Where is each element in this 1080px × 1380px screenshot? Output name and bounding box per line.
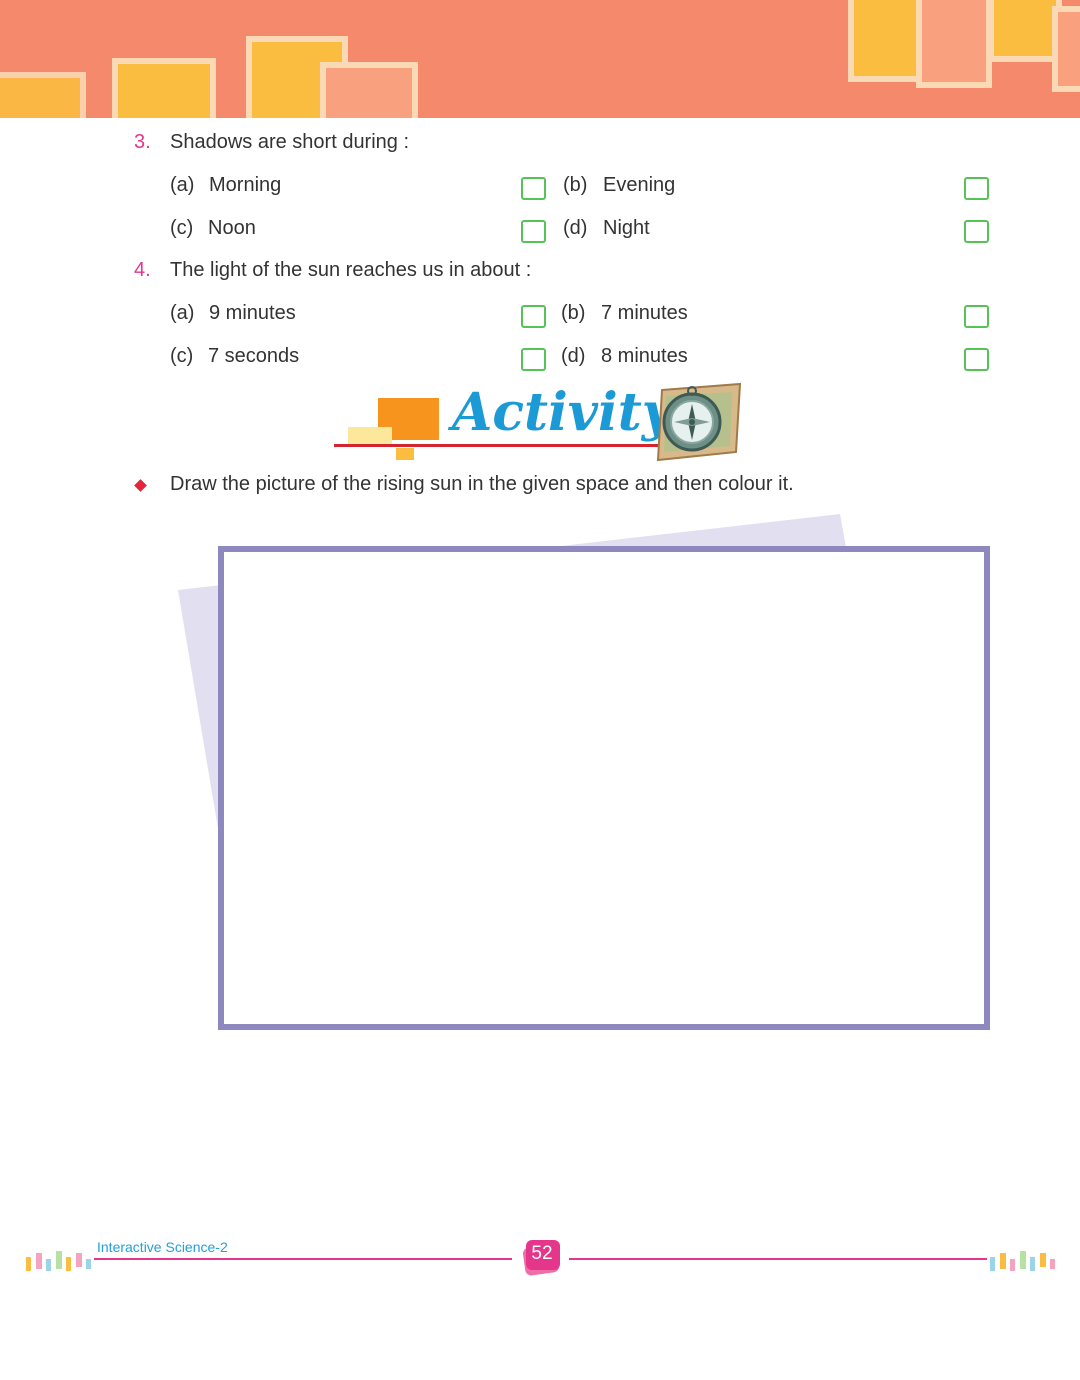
- option-checkbox[interactable]: [521, 220, 546, 243]
- footer-decoration-right: [990, 1251, 1055, 1271]
- option-letter: (b): [563, 174, 588, 196]
- option-letter: (d): [561, 345, 586, 367]
- activity-block: [396, 448, 414, 460]
- option-letter: (c): [170, 345, 194, 367]
- option-letter: (a): [170, 174, 195, 196]
- footer-line-left: [94, 1258, 512, 1260]
- header-square: [1052, 6, 1080, 92]
- activity-block: [348, 427, 392, 445]
- activity-title: Activity: [452, 382, 672, 443]
- book-title: Interactive Science-2: [97, 1239, 228, 1255]
- option-checkbox[interactable]: [521, 177, 546, 200]
- option-checkbox[interactable]: [521, 305, 546, 328]
- option-text: 7 minutes: [601, 302, 688, 324]
- option-text: Night: [603, 217, 650, 239]
- option-letter: (a): [170, 302, 195, 324]
- option-text: Morning: [209, 174, 282, 196]
- question-text: Shadows are short during :: [170, 131, 410, 153]
- option-text: 8 minutes: [601, 345, 688, 367]
- activity-underline: [334, 444, 664, 447]
- drawing-area[interactable]: [218, 546, 990, 1030]
- option-text: Evening: [603, 174, 676, 196]
- question-number: 4.: [134, 259, 151, 281]
- option-text: 7 seconds: [208, 345, 300, 367]
- header-square: [988, 0, 1062, 62]
- footer-line-right: [569, 1258, 987, 1260]
- option-checkbox[interactable]: [521, 348, 546, 371]
- option-checkbox[interactable]: [964, 305, 989, 328]
- header-square: [320, 62, 418, 118]
- header-square: [0, 72, 86, 118]
- option-checkbox[interactable]: [964, 348, 989, 371]
- diamond-bullet-icon: [134, 479, 147, 492]
- option-text: Noon: [208, 217, 256, 239]
- option-text: 9 minutes: [209, 302, 296, 324]
- page-number: 52: [531, 1243, 553, 1264]
- header-square: [916, 0, 992, 88]
- question-number: 3.: [134, 131, 151, 153]
- activity-instruction: Draw the picture of the rising sun in th…: [170, 473, 794, 495]
- option-letter: (d): [563, 217, 588, 239]
- option-checkbox[interactable]: [964, 220, 989, 243]
- footer-decoration-left: [26, 1251, 91, 1271]
- option-checkbox[interactable]: [964, 177, 989, 200]
- option-letter: (c): [170, 217, 194, 239]
- option-letter: (b): [561, 302, 586, 324]
- question-text: The light of the sun reaches us in about…: [170, 259, 532, 281]
- header-banner: [0, 0, 1080, 118]
- header-square: [112, 58, 216, 118]
- compass-map-icon: [656, 382, 742, 462]
